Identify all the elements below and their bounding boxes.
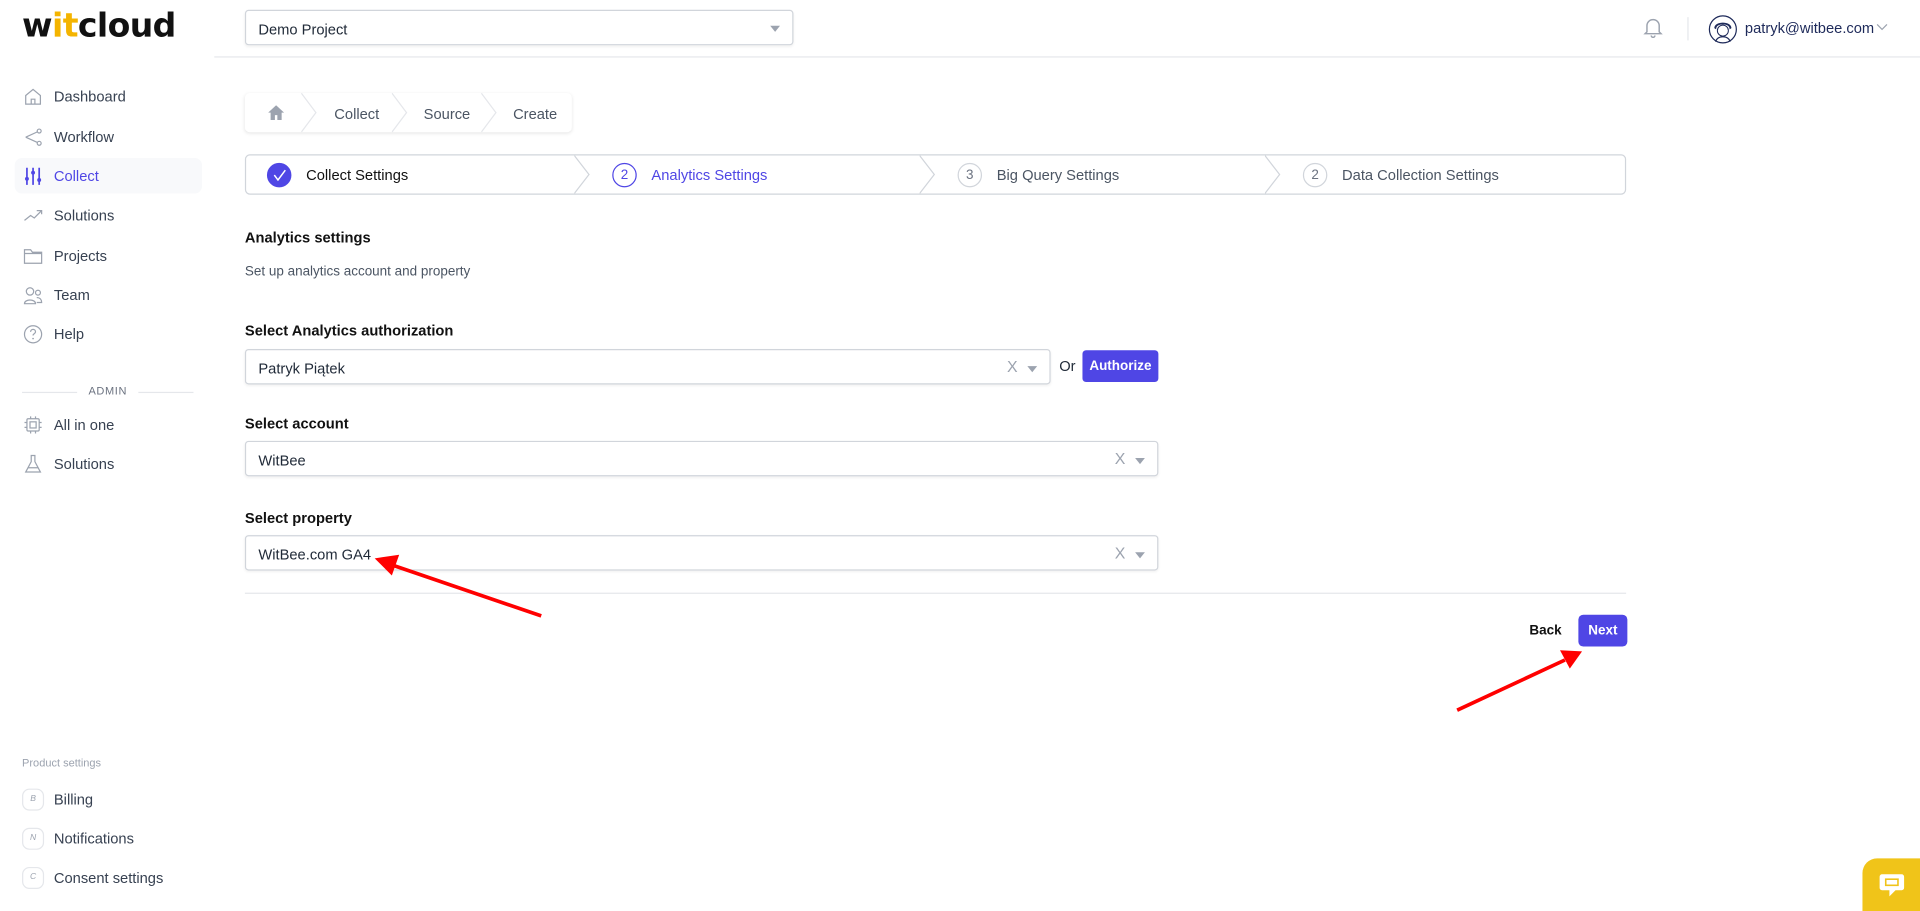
witcloud-logo[interactable]: witcloud bbox=[22, 7, 176, 45]
users-icon bbox=[23, 286, 43, 304]
sidebar-item-billing[interactable]: B Billing bbox=[15, 781, 202, 817]
caret-down-icon bbox=[1027, 366, 1038, 373]
step-data-collection-settings[interactable]: 2 Data Collection Settings bbox=[1302, 156, 1499, 194]
breadcrumb-source[interactable]: Source bbox=[424, 105, 471, 122]
step-separator bbox=[574, 155, 590, 194]
sidebar-item-dashboard[interactable]: Dashboard bbox=[15, 78, 202, 114]
clear-icon[interactable]: X bbox=[1115, 449, 1126, 467]
step-big-query-settings[interactable]: 3 Big Query Settings bbox=[957, 156, 1119, 194]
sidebar-item-workflow[interactable]: Workflow bbox=[15, 119, 202, 155]
chat-icon bbox=[1878, 873, 1904, 896]
notifications-badge-icon: N bbox=[22, 827, 45, 850]
form-divider bbox=[244, 592, 1627, 594]
flask-icon bbox=[24, 454, 42, 473]
project-select[interactable]: Demo Project bbox=[244, 9, 794, 46]
avatar[interactable] bbox=[1708, 15, 1737, 44]
sidebar-item-notifications[interactable]: N Notifications bbox=[15, 820, 202, 856]
sidebar-item-consent-settings[interactable]: C Consent settings bbox=[15, 860, 202, 896]
billing-badge-icon: B bbox=[22, 787, 45, 811]
authorize-button[interactable]: Authorize bbox=[1082, 350, 1159, 383]
check-icon bbox=[266, 162, 292, 187]
breadcrumb: Collect Source Create bbox=[245, 93, 572, 133]
consent-badge-icon: C bbox=[22, 866, 45, 889]
breadcrumb-separator bbox=[301, 93, 317, 133]
product-settings-label: Product settings bbox=[22, 756, 102, 769]
chevron-down-icon[interactable] bbox=[1876, 23, 1888, 32]
back-button[interactable]: Back bbox=[1529, 623, 1561, 638]
user-email[interactable]: patryk@witbee.com bbox=[1745, 20, 1874, 37]
admin-section-label: ADMIN bbox=[22, 384, 194, 397]
sliders-icon bbox=[24, 167, 42, 185]
caret-down-icon bbox=[770, 25, 781, 32]
sidebar-item-solutions[interactable]: Solutions bbox=[15, 197, 202, 233]
header-separator bbox=[1687, 17, 1689, 41]
or-text: Or bbox=[1059, 357, 1076, 375]
sidebar-item-projects[interactable]: Projects bbox=[15, 238, 202, 274]
home-icon[interactable] bbox=[268, 105, 285, 121]
sidebar-item-admin-solutions[interactable]: Solutions bbox=[15, 446, 202, 482]
auth-label: Select Analytics authorization bbox=[244, 322, 454, 340]
property-label: Select property bbox=[244, 509, 352, 527]
step-separator bbox=[1264, 155, 1281, 194]
auth-select[interactable]: Patryk Piątek X bbox=[244, 348, 1051, 385]
share-icon bbox=[25, 127, 42, 146]
bell-icon[interactable] bbox=[1643, 17, 1663, 38]
next-button[interactable]: Next bbox=[1578, 614, 1628, 647]
arrow-to-next bbox=[1456, 650, 1583, 712]
breadcrumb-separator bbox=[391, 93, 408, 133]
sidebar-item-help[interactable]: Help bbox=[15, 316, 202, 352]
stepper: Collect Settings 2 Analytics Settings 3 Bi… bbox=[244, 154, 1627, 195]
section-title: Analytics settings bbox=[244, 228, 371, 247]
help-circle-icon bbox=[23, 324, 43, 343]
caret-down-icon bbox=[1135, 552, 1145, 559]
breadcrumb-collect[interactable]: Collect bbox=[334, 105, 379, 122]
section-subtitle: Set up analytics account and property bbox=[244, 264, 471, 280]
account-label: Select account bbox=[244, 415, 349, 433]
clear-icon[interactable]: X bbox=[1115, 544, 1126, 562]
step-separator bbox=[919, 155, 936, 194]
chat-button[interactable] bbox=[1862, 858, 1920, 911]
cpu-icon bbox=[24, 415, 42, 433]
header-divider bbox=[214, 56, 1920, 58]
breadcrumb-separator bbox=[481, 93, 497, 133]
step-collect-settings[interactable]: Collect Settings bbox=[266, 156, 408, 194]
home-icon bbox=[25, 87, 42, 105]
trending-up-icon bbox=[24, 209, 43, 221]
sidebar-item-all-in-one[interactable]: All in one bbox=[15, 407, 202, 443]
account-select[interactable]: WitBee X bbox=[244, 440, 1159, 477]
caret-down-icon bbox=[1135, 457, 1145, 465]
breadcrumb-create[interactable]: Create bbox=[513, 105, 557, 122]
sidebar-item-collect[interactable]: Collect bbox=[14, 157, 203, 194]
step-analytics-settings[interactable]: 2 Analytics Settings bbox=[612, 156, 767, 194]
property-select[interactable]: WitBee.com GA4 X bbox=[244, 535, 1159, 571]
clear-icon[interactable]: X bbox=[1007, 358, 1018, 376]
folder-icon bbox=[23, 248, 43, 264]
sidebar-item-team[interactable]: Team bbox=[15, 277, 202, 313]
